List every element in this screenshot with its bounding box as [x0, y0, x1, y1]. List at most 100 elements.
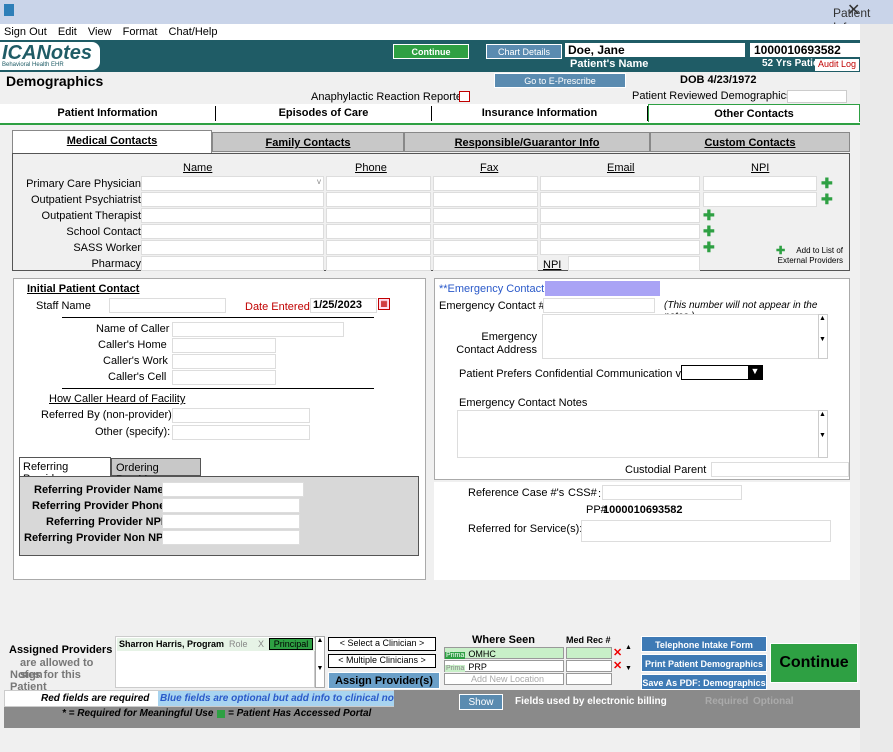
principal-badge[interactable]: Principal [269, 638, 313, 650]
contact-phone-field[interactable] [326, 192, 431, 207]
legend-row-2: * = Required for Meaningful Use = Patien… [62, 708, 372, 719]
contact-email-field[interactable] [540, 224, 700, 239]
close-icon[interactable]: ✕ [847, 0, 860, 20]
subtab-medical-contacts[interactable]: Medical Contacts [12, 130, 212, 154]
contact-npi-field[interactable] [703, 192, 817, 207]
continue-button[interactable]: Continue [770, 643, 858, 683]
address-scrollbar[interactable]: ▲ ▼ [818, 314, 828, 359]
pharmacy-npi-field[interactable] [568, 256, 700, 271]
telephone-intake-button[interactable]: Telephone Intake Form [641, 636, 767, 652]
provider-scrollbar[interactable]: ▲ ▼ [315, 636, 325, 688]
provider-row[interactable]: Sharron Harris, Program Role X Principal [117, 638, 315, 651]
subtab-responsible-guarantor[interactable]: Responsible/Guarantor Info [404, 132, 650, 152]
css-field[interactable] [602, 485, 742, 500]
referring-name-dropdown[interactable] [162, 482, 304, 497]
reviewed-field[interactable] [787, 90, 847, 103]
contact-name-dropdown[interactable]: v [141, 176, 324, 191]
contact-fax-field[interactable] [433, 208, 538, 223]
contact-row: School Contact ✚ [66, 223, 715, 240]
contact-fax-field[interactable] [433, 256, 538, 271]
tab-episodes-of-care[interactable]: Episodes of Care [216, 104, 431, 122]
communication-dropdown[interactable]: ▼ [681, 365, 763, 380]
menu-edit[interactable]: Edit [54, 24, 81, 38]
add-external-link[interactable]: Add to List of External Providers [775, 246, 843, 266]
contact-email-field[interactable] [540, 208, 700, 223]
referred-service-field[interactable] [581, 520, 831, 542]
menu-view[interactable]: View [84, 24, 116, 38]
header-continue-button[interactable]: Continue [393, 44, 469, 59]
save-pdf-button[interactable]: Save As PDF: Demographics [641, 674, 767, 690]
add-contact-icon[interactable]: ✚ [821, 175, 833, 192]
contact-phone-field[interactable] [326, 256, 431, 271]
emergency-contact-number-field[interactable] [543, 298, 655, 313]
contact-name-dropdown[interactable] [141, 256, 324, 271]
show-billing-button[interactable]: Show [459, 694, 503, 710]
tab-patient-information[interactable]: Patient Information [0, 104, 215, 122]
add-contact-icon[interactable]: ✚ [703, 223, 715, 240]
multiple-clinicians-button[interactable]: < Multiple Clinicians > [328, 654, 436, 668]
date-entered-field[interactable]: 1/25/2023 [310, 298, 377, 313]
menu-format[interactable]: Format [119, 24, 162, 38]
select-clinician-button[interactable]: < Select a Clinician > [328, 637, 436, 651]
contact-fax-field[interactable] [433, 176, 538, 191]
print-demographics-button[interactable]: Print Patient Demographics [641, 654, 767, 672]
location-row[interactable]: Prima PRP [444, 660, 564, 672]
notes-scrollbar[interactable]: ▲ ▼ [818, 410, 828, 458]
emergency-notes-field[interactable] [457, 410, 824, 458]
tab-insurance-information[interactable]: Insurance Information [432, 104, 647, 122]
contact-npi-field[interactable] [703, 176, 817, 191]
chart-details-button[interactable]: Chart Details [486, 44, 562, 59]
menu-sign-out[interactable]: Sign Out [0, 24, 51, 38]
emergency-address-field[interactable] [542, 314, 824, 359]
referring-phone-field[interactable] [162, 498, 300, 513]
menu-chat-help[interactable]: Chat/Help [165, 24, 222, 38]
medrec-field-1[interactable] [566, 647, 612, 659]
caller-home-field[interactable] [172, 338, 276, 353]
anaphylactic-checkbox[interactable] [459, 91, 470, 102]
add-contact-icon[interactable]: ✚ [821, 191, 833, 208]
subtab-custom-contacts[interactable]: Custom Contacts [650, 132, 850, 152]
contact-phone-field[interactable] [326, 224, 431, 239]
referring-non-npi-field[interactable] [162, 530, 300, 545]
contact-fax-field[interactable] [433, 224, 538, 239]
remove-provider-icon[interactable]: X [258, 639, 264, 649]
caller-name-field[interactable] [172, 322, 344, 337]
custodial-parent-field[interactable] [711, 462, 849, 477]
contact-name-dropdown[interactable] [141, 192, 324, 207]
subtab-family-contacts[interactable]: Family Contacts [212, 132, 404, 152]
remove-location-icon[interactable]: ✕ [613, 659, 622, 672]
tab-ordering-provider[interactable]: Ordering Provider [111, 458, 201, 486]
location-row[interactable]: Prima OMHC [444, 647, 564, 659]
other-specify-field[interactable] [172, 425, 310, 440]
pharmacy-npi-label: NPI [543, 259, 562, 271]
contact-name-dropdown[interactable] [141, 224, 324, 239]
contact-name-dropdown[interactable] [141, 240, 324, 255]
location-scrollbar[interactable]: ▲ ▼ [624, 644, 633, 686]
contact-email-field[interactable] [540, 176, 700, 191]
remove-location-icon[interactable]: ✕ [613, 646, 622, 659]
contact-phone-field[interactable] [326, 208, 431, 223]
contact-email-field[interactable] [540, 240, 700, 255]
contact-name-dropdown[interactable] [141, 208, 324, 223]
audit-log-link[interactable]: Audit Log [815, 59, 859, 71]
medrec-field-2[interactable] [566, 660, 612, 672]
emergency-contact-field[interactable] [545, 281, 660, 296]
contact-fax-field[interactable] [433, 240, 538, 255]
caller-work-field[interactable] [172, 354, 276, 369]
contact-phone-field[interactable] [326, 176, 431, 191]
add-location-field[interactable]: Add New Location [444, 673, 564, 685]
staff-name-dropdown[interactable] [109, 298, 226, 313]
contact-phone-field[interactable] [326, 240, 431, 255]
tab-referring-provider[interactable]: Referring Provider [19, 457, 111, 485]
assign-providers-button[interactable]: Assign Provider(s) [328, 672, 440, 689]
contact-email-field[interactable] [540, 192, 700, 207]
add-contact-icon[interactable]: ✚ [703, 239, 715, 256]
caller-cell-field[interactable] [172, 370, 276, 385]
referring-npi-field[interactable] [162, 514, 300, 529]
calendar-icon[interactable]: ▦ [378, 298, 390, 310]
contact-fax-field[interactable] [433, 192, 538, 207]
referred-by-dropdown[interactable] [172, 408, 310, 423]
tab-other-contacts[interactable]: Other Contacts [648, 104, 860, 122]
add-contact-icon[interactable]: ✚ [703, 207, 715, 224]
eprescribe-button[interactable]: Go to E-Prescribe [494, 73, 626, 88]
